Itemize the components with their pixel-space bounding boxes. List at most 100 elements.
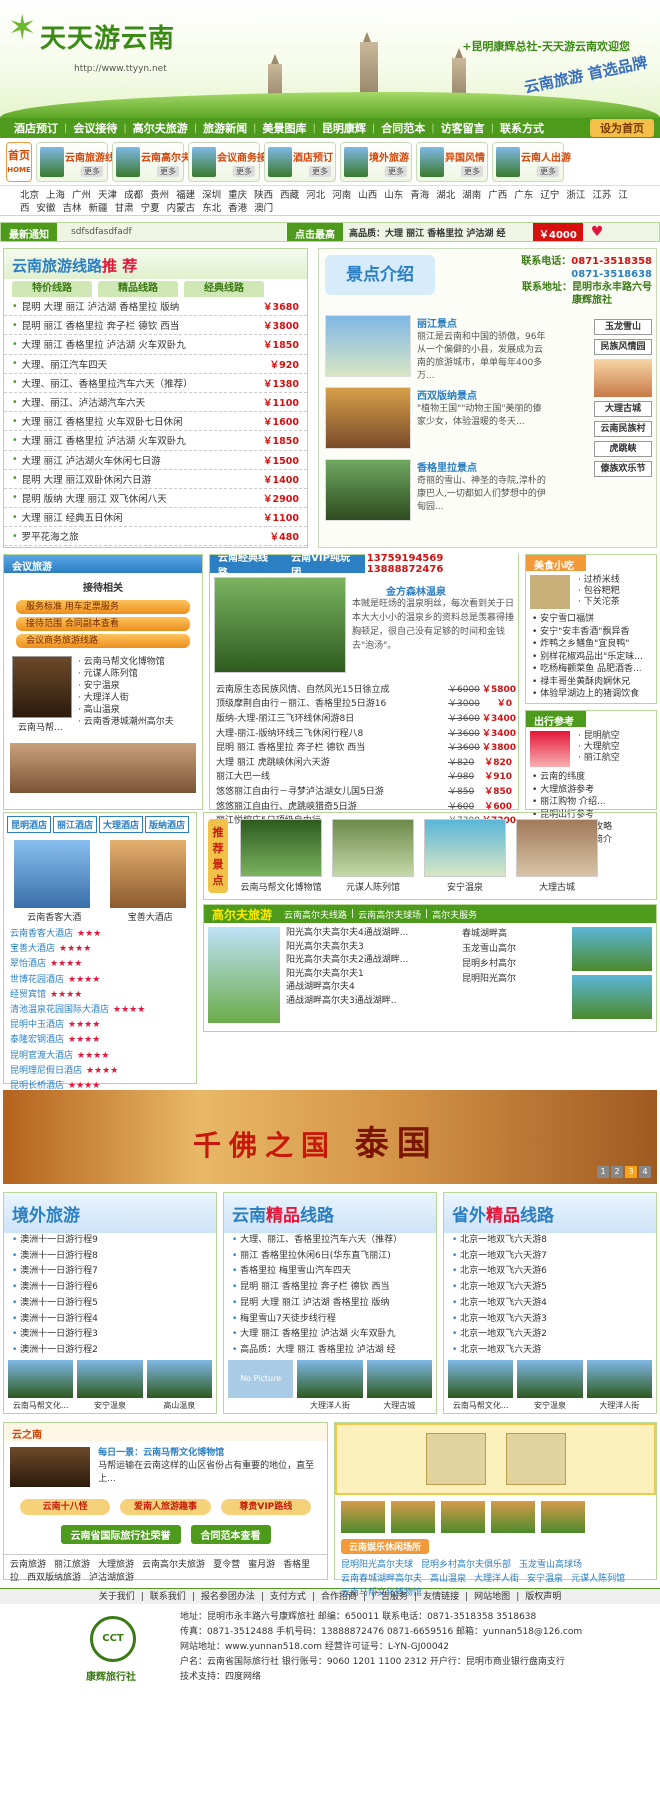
city-link[interactable]: 河南 bbox=[332, 190, 351, 201]
venue-link[interactable]: 昆明乡村高尔夫俱乐部 bbox=[421, 1560, 511, 1570]
food-item[interactable]: • 安宁"安丰香酒"飘异香 bbox=[526, 626, 656, 639]
route-name[interactable]: 大理 丽江 香格里拉 泸沽湖 火车双卧九 bbox=[22, 337, 263, 351]
yz-link[interactable]: 泸沽湖旅游 bbox=[89, 1573, 134, 1583]
scenic-btn-tiger[interactable]: 虎跳峡 bbox=[594, 441, 652, 457]
route-item[interactable]: • 澳洲十一日游行程4 bbox=[4, 1312, 216, 1328]
shangrila-image[interactable] bbox=[325, 459, 411, 521]
route-name[interactable]: 大理、丽江、香格里拉汽车六天（推荐） bbox=[240, 1235, 402, 1245]
city-link[interactable]: 广东 bbox=[514, 190, 533, 201]
route-item[interactable]: • 香格里拉 梅里雪山汽车四天 bbox=[224, 1264, 436, 1280]
city-link[interactable]: 青海 bbox=[410, 190, 429, 201]
city-link[interactable]: 上海 bbox=[46, 190, 65, 201]
route-name[interactable]: 北京一地双飞六天游4 bbox=[460, 1298, 547, 1308]
lijiang-image[interactable] bbox=[325, 315, 411, 377]
route-name[interactable]: 北京一地双飞六天游2 bbox=[460, 1329, 547, 1339]
quick-hotel[interactable]: 酒店预订 更多 bbox=[264, 141, 336, 182]
food-item[interactable]: • 别样花椒鸡品出"乐定味... bbox=[526, 651, 656, 664]
hotel-name[interactable]: 昆明官渡大酒店 bbox=[10, 1051, 73, 1061]
footer-link[interactable]: 关于我们 bbox=[99, 1592, 135, 1602]
route-item[interactable]: • 大理 丽江 经典五日休闲 ￥1100 bbox=[4, 508, 307, 528]
route-name[interactable]: 香格里拉 梅里雪山汽车四天 bbox=[240, 1266, 351, 1276]
food-image[interactable] bbox=[530, 575, 570, 609]
meeting-item[interactable]: · 云南香港城潮州高尔夫 bbox=[78, 716, 174, 728]
golf-course-image[interactable] bbox=[572, 975, 652, 1019]
route-name[interactable]: 澳洲十一日游行程4 bbox=[20, 1314, 98, 1324]
route-item[interactable]: • 昆明 丽江 香格里拉 奔子栏 德钦 西当 ￥3800 bbox=[4, 316, 307, 336]
route-item[interactable]: • 大理、丽江、泸沽湖汽车六天 ￥1100 bbox=[4, 393, 307, 413]
yz-link[interactable]: 大理旅游 bbox=[98, 1560, 134, 1570]
thumb-image[interactable] bbox=[8, 1360, 74, 1398]
route-item[interactable]: • 澳洲十一日游行程9 bbox=[4, 1233, 216, 1249]
recommend-item[interactable]: 大理古城 bbox=[516, 819, 598, 893]
meeting-item[interactable]: · 高山温泉 bbox=[78, 704, 174, 716]
city-link[interactable]: 陕西 bbox=[254, 190, 273, 201]
thumb-item[interactable]: 云南马帮文化... bbox=[448, 1360, 514, 1411]
route-name[interactable]: 澳洲十一日游行程9 bbox=[20, 1235, 98, 1245]
site-logo[interactable]: ✶ 天天游云南 http://www.ttyyn.net bbox=[8, 8, 183, 78]
hotel-item[interactable]: 宝善大酒店 ★★★★ bbox=[4, 942, 196, 957]
city-link[interactable]: 河北 bbox=[306, 190, 325, 201]
city-link[interactable]: 浙江 bbox=[566, 190, 585, 201]
notice-text[interactable]: sdfsdfasdfadf bbox=[57, 227, 287, 237]
route-name[interactable]: 北京一地双飞六天游7 bbox=[460, 1251, 547, 1261]
hotel-name[interactable]: 泰隆宏钢酒店 bbox=[10, 1035, 64, 1045]
yz-link[interactable]: 云南旅游 bbox=[10, 1560, 46, 1570]
banner-page[interactable]: 4 bbox=[639, 1166, 651, 1178]
city-link[interactable]: 福建 bbox=[176, 190, 195, 201]
more-button[interactable]: 更多 bbox=[157, 165, 179, 177]
city-link[interactable]: 深圳 bbox=[202, 190, 221, 201]
vip-item[interactable]: 悠悠丽江自由行－寻梦泸沽湖女儿国5日游 ￥850 ￥850 bbox=[210, 783, 518, 798]
meeting-item[interactable]: · 安宁温泉 bbox=[78, 680, 174, 692]
route-name[interactable]: 罗平花海之旅 bbox=[22, 529, 270, 543]
venue-image[interactable] bbox=[441, 1501, 485, 1533]
route-name[interactable]: 大理 丽江 香格里拉 泸沽湖 火车双卧九 bbox=[22, 433, 263, 447]
quick-golf[interactable]: 云南高尔夫 更多 bbox=[112, 141, 191, 182]
route-name[interactable]: 昆明 丽江 香格里拉 奔子栏 德钦 西当 bbox=[22, 318, 263, 332]
route-name[interactable]: 大理、丽江、香格里拉汽车六天（推荐） bbox=[22, 376, 263, 390]
city-link[interactable]: 广西 bbox=[488, 190, 507, 201]
city-link[interactable]: 江苏 bbox=[592, 190, 611, 201]
hotel-item[interactable]: 清池温泉花园国际大酒店 ★★★★ bbox=[4, 1003, 196, 1018]
meeting-btn-scope[interactable]: 接待范围 合同副本查看 bbox=[16, 617, 190, 631]
home-button[interactable]: 首页 HOME bbox=[6, 141, 32, 182]
nav-item-contact[interactable]: 联系方式 bbox=[494, 120, 550, 136]
nav-item-news[interactable]: 旅游新闻 bbox=[197, 120, 253, 136]
xishuangbanna-image[interactable] bbox=[325, 387, 411, 449]
thumb-image[interactable] bbox=[366, 1360, 432, 1398]
tab-kunming-hotel[interactable]: 昆明酒店 bbox=[7, 816, 52, 833]
recommend-item[interactable]: 安宁温泉 bbox=[424, 819, 506, 893]
quick-yunnan-routes[interactable]: 云南旅游线路 更多 bbox=[36, 141, 125, 182]
meeting-btn-routes[interactable]: 会议商务旅游线路 bbox=[16, 634, 190, 648]
hotel-name[interactable]: 昆明理尼假日酒店 bbox=[10, 1066, 82, 1076]
route-item[interactable]: • 澳洲十一日游行程5 bbox=[4, 1296, 216, 1312]
travel-item[interactable]: • 丽江购物 介绍... bbox=[526, 796, 656, 809]
city-link[interactable]: 贵州 bbox=[150, 190, 169, 201]
venue-link[interactable]: 安宁温泉 bbox=[527, 1574, 563, 1584]
daily-scene-image[interactable] bbox=[10, 1447, 91, 1487]
city-link[interactable]: 内蒙古 bbox=[167, 203, 196, 214]
route-name[interactable]: 昆明 大理 丽江 泸沽湖 香格里拉 版纳 bbox=[240, 1298, 389, 1308]
more-button[interactable]: 更多 bbox=[233, 165, 255, 177]
hotel-name[interactable]: 云南香客大酒店 bbox=[10, 929, 73, 939]
meeting-btn-service[interactable]: 服务标准 用车定票服务 bbox=[16, 600, 190, 614]
route-item[interactable]: • 罗平花海之旅 ￥480 bbox=[4, 527, 307, 547]
tab-boutique[interactable]: 精品线路 bbox=[98, 281, 178, 297]
route-name[interactable]: 昆明 丽江 香格里拉 奔子栏 德钦 西当 bbox=[240, 1282, 389, 1292]
route-item[interactable]: • 昆明 大理 丽江 泸沽湖 香格里拉 版纳 ￥3680 bbox=[4, 297, 307, 317]
route-item[interactable]: • 昆明 丽江 香格里拉 奔子栏 德钦 西当 bbox=[224, 1280, 436, 1296]
venue-link[interactable]: 玉龙雪山高球场 bbox=[519, 1560, 582, 1570]
route-item[interactable]: • 大理 丽江 泸沽湖火车休闲七日游 ￥1500 bbox=[4, 451, 307, 470]
quick-abroad[interactable]: 境外旅游 更多 bbox=[340, 141, 412, 182]
route-item[interactable]: • 昆明 大理 丽江双卧休闲六日游 ￥1400 bbox=[4, 470, 307, 489]
hotel-image[interactable] bbox=[14, 840, 90, 908]
set-homepage-button[interactable]: 设为首页 bbox=[590, 119, 654, 137]
city-link[interactable]: 澳门 bbox=[254, 203, 273, 214]
spot-title[interactable]: 丽江景点 bbox=[417, 315, 457, 330]
recommend-item[interactable]: 元谋人陈列馆 bbox=[332, 819, 414, 893]
tab-golf-service[interactable]: 高尔夫服务 bbox=[428, 908, 481, 921]
scenic-btn-dali[interactable]: 大理古城 bbox=[594, 401, 652, 417]
nav-item-contract[interactable]: 合同范本 bbox=[375, 120, 431, 136]
travel-top-item[interactable]: · 大理航空 bbox=[578, 742, 620, 753]
thumb-image[interactable] bbox=[146, 1360, 212, 1398]
vip-route-name[interactable]: 顶级摩荆自由行－丽江、香格里拉5日游16 bbox=[216, 696, 448, 709]
